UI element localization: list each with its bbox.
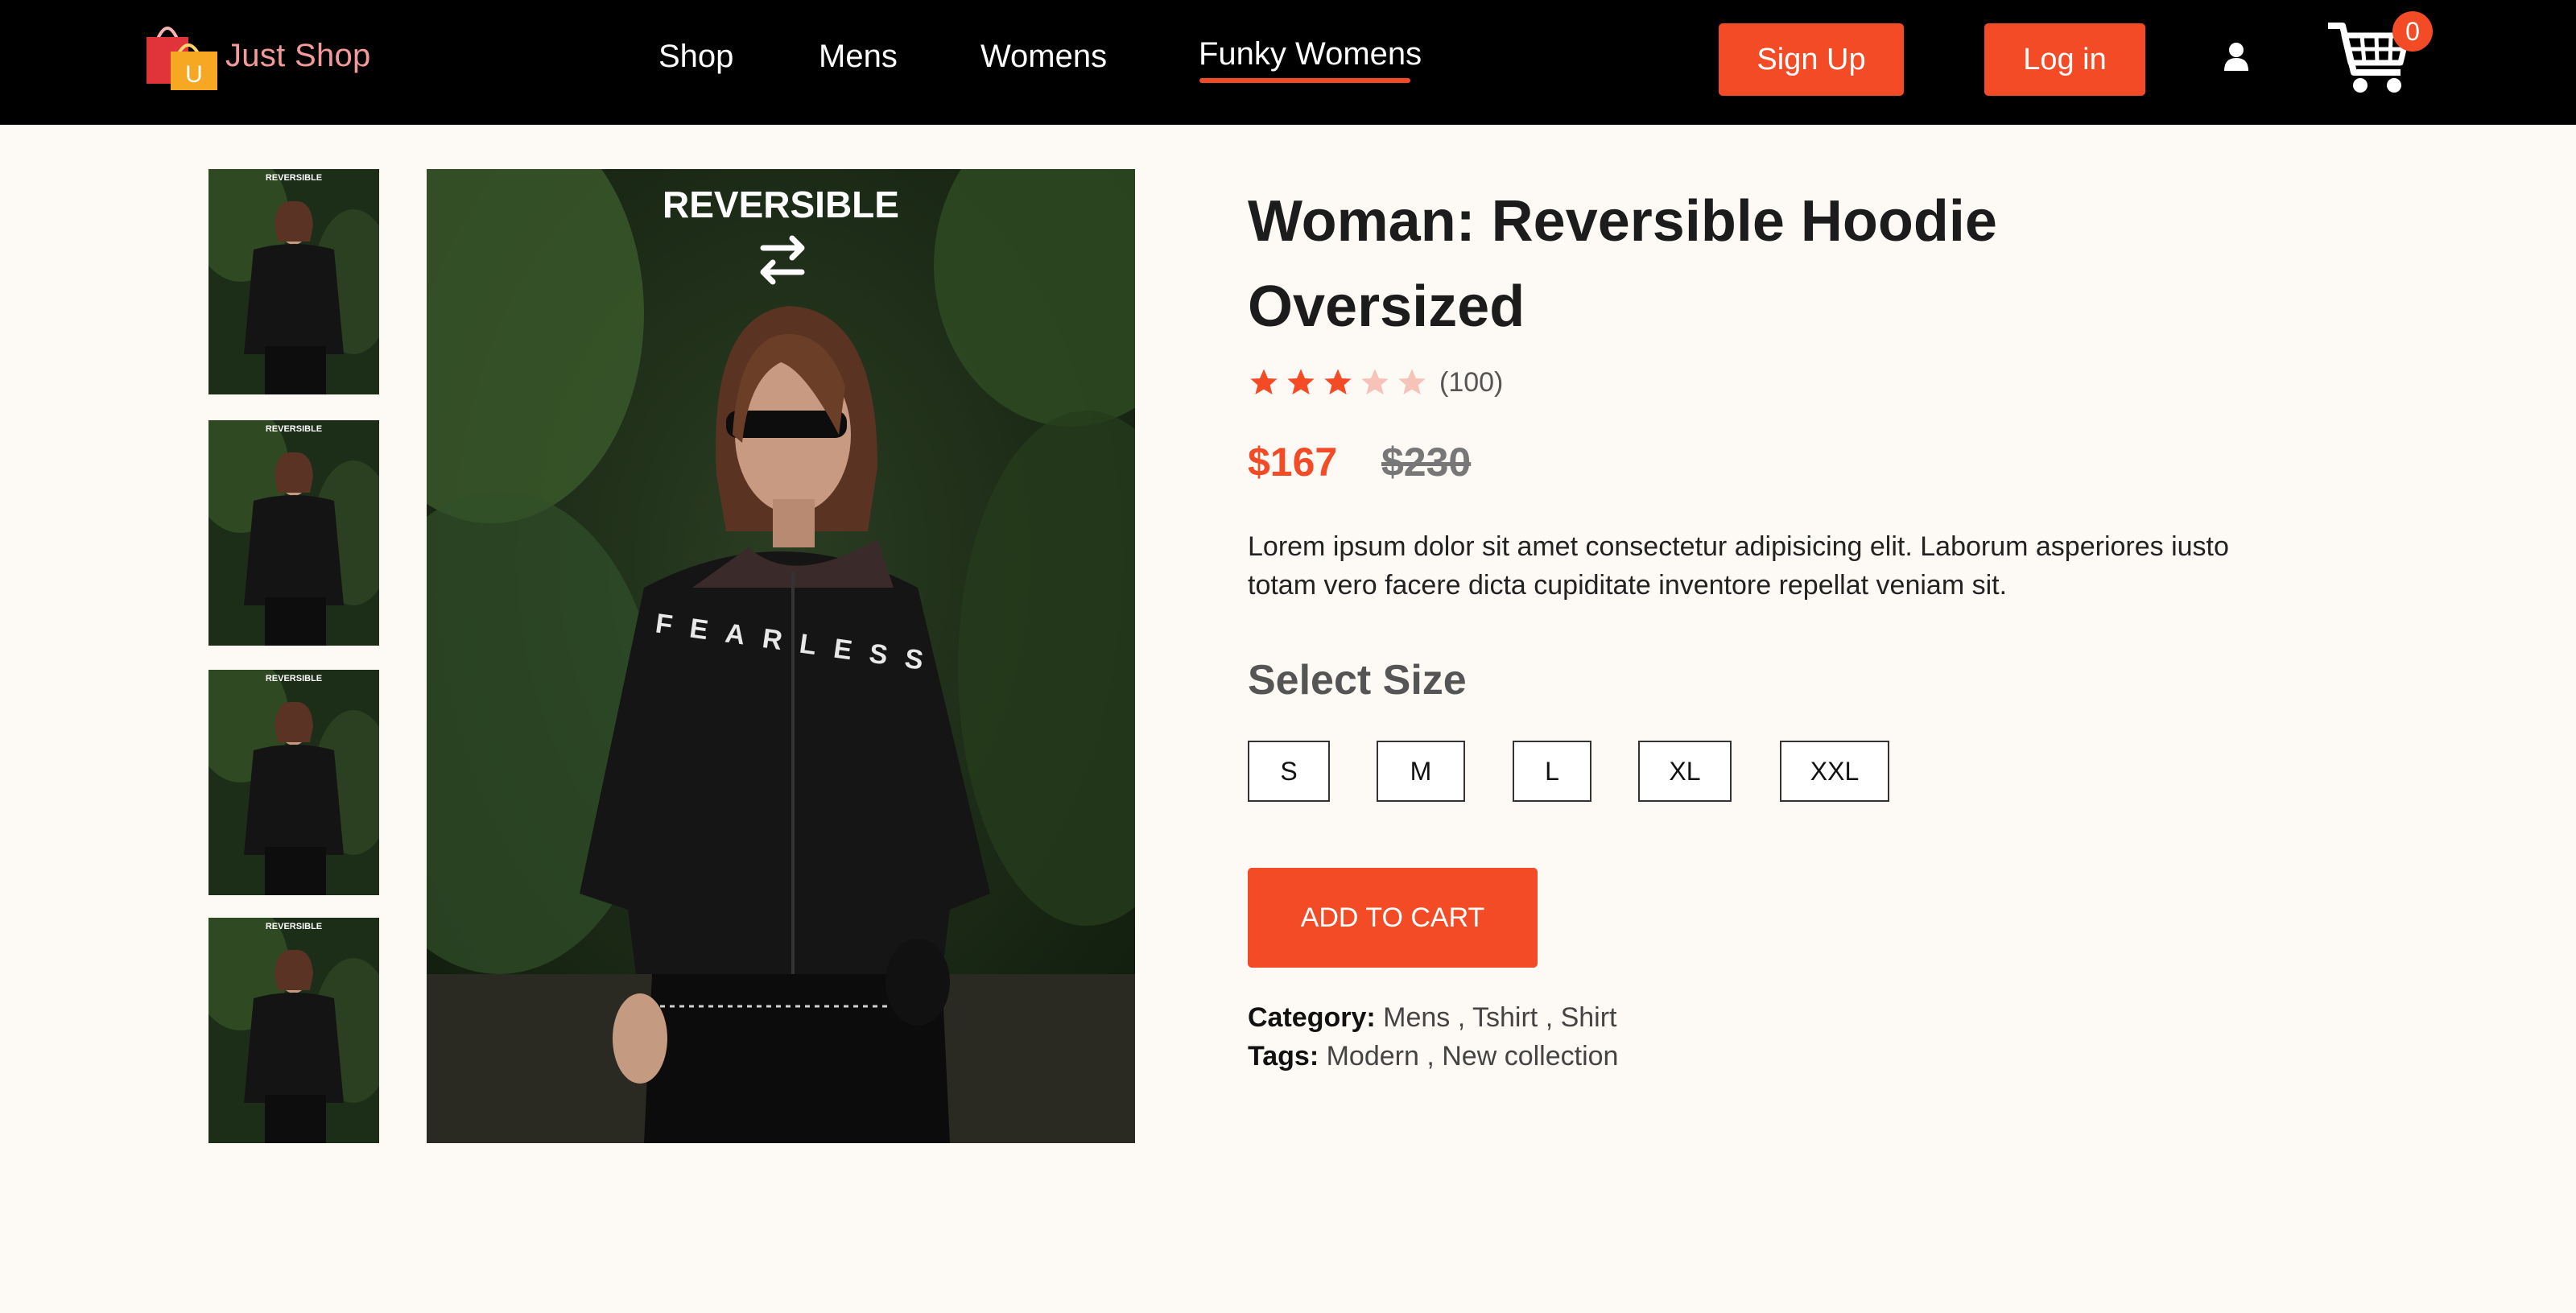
product-thumbnail-2[interactable]: REVERSIBLE xyxy=(208,420,379,646)
tags-value[interactable]: Modern , New collection xyxy=(1327,1041,1619,1071)
product-photo-thumbnail: REVERSIBLE xyxy=(208,918,379,1143)
main-product-image: REVERSIBLE FEARLESS xyxy=(427,169,1135,1143)
top-navbar: U Just Shop Shop Mens Womens Funky Women… xyxy=(0,0,2576,125)
cart-count-badge: 0 xyxy=(2392,11,2433,52)
star-rating: (100) xyxy=(1248,366,1503,398)
product-photo: REVERSIBLE FEARLESS xyxy=(427,169,1135,1143)
category-label: Category: xyxy=(1248,1002,1376,1033)
category-line: Category: Mens , Tshirt , Shirt xyxy=(1248,1002,1617,1034)
product-thumbnail-1[interactable]: REVERSIBLE xyxy=(208,169,379,394)
original-price: $230 xyxy=(1381,440,1472,485)
star-filled-icon xyxy=(1324,369,1352,394)
star-filled-icon xyxy=(1250,369,1278,394)
size-option-m[interactable]: M xyxy=(1377,741,1465,802)
add-to-cart-button[interactable]: ADD TO CART xyxy=(1248,868,1538,968)
sign-up-button[interactable]: Sign Up xyxy=(1719,23,1904,96)
svg-text:U: U xyxy=(185,61,203,88)
product-title: Woman: Reversible Hoodie Oversized xyxy=(1248,189,1997,339)
nav-funky-womens[interactable]: Funky Womens xyxy=(1199,36,1422,72)
product-photo-thumbnail: REVERSIBLE xyxy=(208,169,379,394)
product-thumbnail-3[interactable]: REVERSIBLE xyxy=(208,670,379,895)
brand-logo[interactable]: U Just Shop xyxy=(143,18,371,93)
review-count: (100) xyxy=(1439,366,1504,398)
category-value[interactable]: Mens , Tshirt , Shirt xyxy=(1383,1002,1616,1033)
shopping-bag-logo-icon: U xyxy=(147,27,217,90)
size-option-xxl[interactable]: XXL xyxy=(1780,741,1889,802)
svg-text:REVERSIBLE: REVERSIBLE xyxy=(266,424,322,434)
select-size-heading: Select Size xyxy=(1248,657,1467,704)
svg-text:REVERSIBLE: REVERSIBLE xyxy=(266,922,322,931)
active-nav-underline xyxy=(1199,78,1410,83)
tags-line: Tags: Modern , New collection xyxy=(1248,1041,1618,1072)
svg-text:REVERSIBLE: REVERSIBLE xyxy=(663,184,899,225)
star-empty-icon xyxy=(1398,369,1426,394)
star-filled-icon xyxy=(1287,369,1315,394)
svg-text:REVERSIBLE: REVERSIBLE xyxy=(266,173,322,183)
current-price: $167 xyxy=(1248,440,1338,485)
nav-shop[interactable]: Shop xyxy=(658,39,733,75)
size-option-s[interactable]: S xyxy=(1248,741,1330,802)
nav-womens[interactable]: Womens xyxy=(980,39,1107,75)
product-photo-thumbnail: REVERSIBLE xyxy=(208,420,379,646)
nav-mens[interactable]: Mens xyxy=(819,39,898,75)
brand-name: Just Shop xyxy=(225,37,371,73)
user-icon[interactable] xyxy=(2223,42,2249,71)
product-photo-thumbnail: REVERSIBLE xyxy=(208,670,379,895)
log-in-button[interactable]: Log in xyxy=(1984,23,2145,96)
svg-text:REVERSIBLE: REVERSIBLE xyxy=(266,674,322,683)
star-empty-icon xyxy=(1361,369,1389,394)
size-option-l[interactable]: L xyxy=(1513,741,1591,802)
size-option-xl[interactable]: XL xyxy=(1638,741,1732,802)
product-description: Lorem ipsum dolor sit amet consectetur a… xyxy=(1248,531,2229,601)
product-thumbnail-4[interactable]: REVERSIBLE xyxy=(208,918,379,1143)
tags-label: Tags: xyxy=(1248,1041,1319,1071)
